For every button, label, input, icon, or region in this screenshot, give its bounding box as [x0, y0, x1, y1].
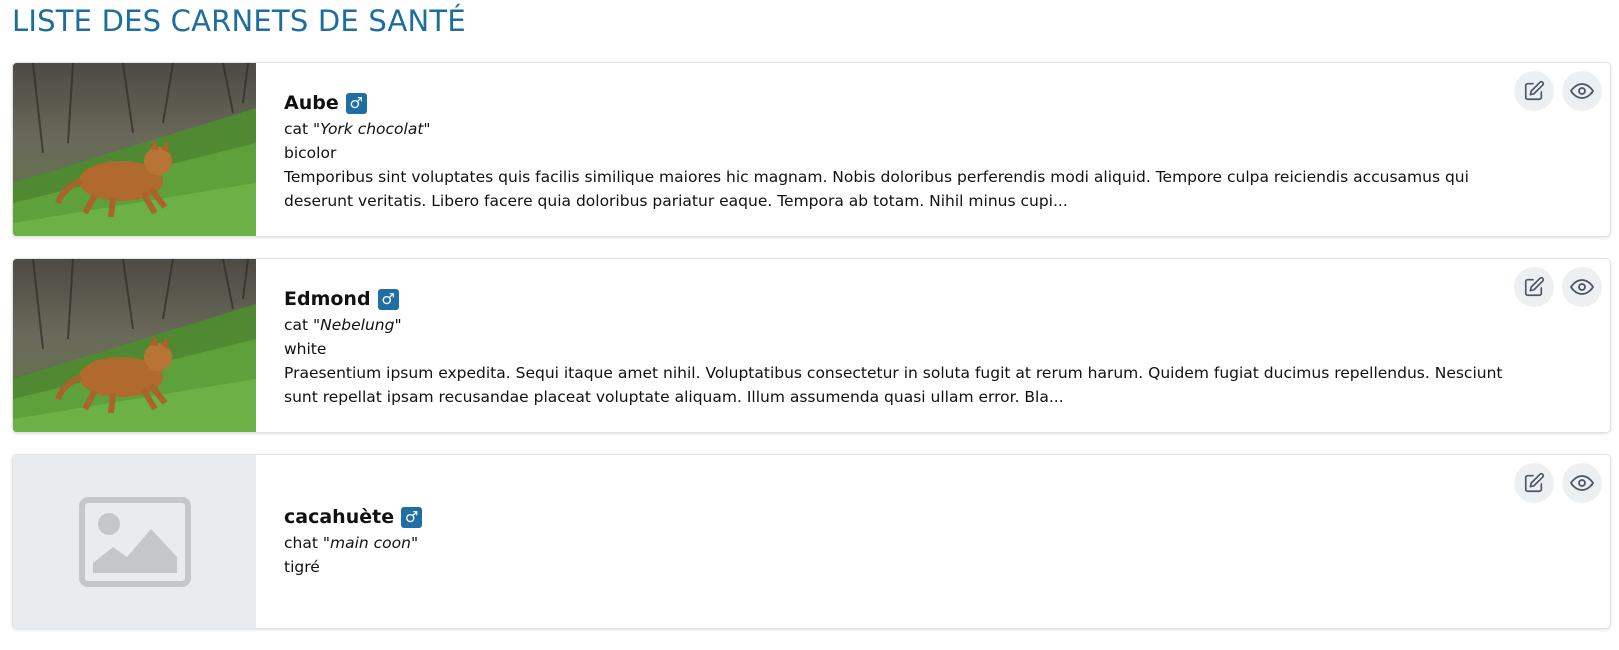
image-placeholder-icon — [78, 496, 191, 587]
pet-card: Edmond ♂ cat "Nebelung" white Praesentiu… — [12, 258, 1611, 433]
pet-species-breed: chat "main coon" — [284, 531, 1610, 555]
pencil-square-icon — [1524, 276, 1545, 297]
eye-icon — [1570, 475, 1594, 491]
pet-species: chat — [284, 534, 318, 552]
edit-button[interactable] — [1514, 463, 1554, 503]
male-sex-icon: ♂ — [377, 288, 399, 310]
pet-photo[interactable] — [13, 259, 256, 432]
pet-species: cat — [284, 120, 309, 138]
card-actions — [1514, 71, 1602, 111]
male-sex-icon: ♂ — [401, 506, 423, 528]
pet-breed: "York chocolat" — [313, 120, 431, 138]
health-record-list: Aube ♂ cat "York chocolat" bicolor Tempo… — [12, 62, 1611, 650]
pet-card: cacahuète ♂ chat "main coon" tigré — [12, 454, 1611, 629]
pet-info: cacahuète ♂ chat "main coon" tigré — [256, 455, 1610, 628]
view-button[interactable] — [1562, 463, 1602, 503]
eye-icon — [1570, 279, 1594, 295]
pet-breed: "main coon" — [322, 534, 419, 552]
pencil-square-icon — [1524, 472, 1545, 493]
pet-breed: "Nebelung" — [313, 316, 402, 334]
pet-name[interactable]: Edmond — [284, 288, 371, 310]
pet-description: Praesentium ipsum expedita. Sequi itaque… — [284, 364, 1503, 406]
edit-button[interactable] — [1514, 71, 1554, 111]
card-actions — [1514, 267, 1602, 307]
pet-card: Aube ♂ cat "York chocolat" bicolor Tempo… — [12, 62, 1611, 237]
pet-photo[interactable] — [13, 63, 256, 236]
pet-color: bicolor — [284, 144, 337, 162]
male-sex-icon: ♂ — [345, 92, 367, 114]
pet-color: white — [284, 340, 327, 358]
edit-button[interactable] — [1514, 267, 1554, 307]
cat-photo-illustration — [13, 63, 256, 236]
pet-color: tigré — [284, 558, 320, 576]
pet-species: cat — [284, 316, 309, 334]
eye-icon — [1570, 83, 1594, 99]
view-button[interactable] — [1562, 267, 1602, 307]
pet-species-breed: cat "York chocolat" — [284, 117, 1610, 141]
card-actions — [1514, 463, 1602, 503]
pet-name[interactable]: Aube — [284, 92, 339, 114]
pet-description: Temporibus sint voluptates quis facilis … — [284, 168, 1469, 210]
pet-species-breed: cat "Nebelung" — [284, 313, 1610, 337]
cat-photo-illustration — [13, 259, 256, 432]
pet-info: Aube ♂ cat "York chocolat" bicolor Tempo… — [256, 63, 1610, 236]
pet-photo-placeholder[interactable] — [13, 455, 256, 628]
pet-info: Edmond ♂ cat "Nebelung" white Praesentiu… — [256, 259, 1610, 432]
page-title: LISTE DES CARNETS DE SANTÉ — [12, 4, 466, 38]
pet-name[interactable]: cacahuète — [284, 506, 394, 528]
pencil-square-icon — [1524, 80, 1545, 101]
view-button[interactable] — [1562, 71, 1602, 111]
